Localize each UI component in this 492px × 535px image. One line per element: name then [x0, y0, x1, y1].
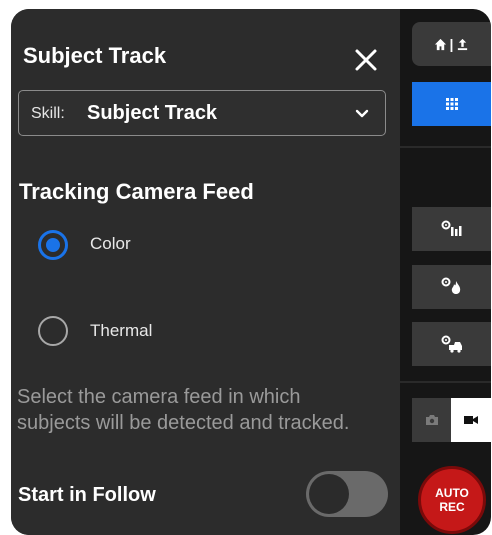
- gear-vehicle-icon: [441, 335, 462, 353]
- subject-track-panel: Subject Track Skill: Subject Track Track…: [11, 9, 400, 535]
- gear-track-icon: [441, 220, 461, 236]
- home-upload-button[interactable]: |: [412, 22, 491, 66]
- auto-rec-button[interactable]: AUTO REC: [418, 466, 486, 534]
- skill-value: Subject Track: [87, 102, 218, 124]
- upload-icon: [458, 38, 468, 50]
- skill-prefix-label: Skill:: [31, 105, 65, 122]
- grid-icon: [445, 98, 458, 110]
- toggle-knob: [309, 474, 349, 514]
- chevron-down-icon: [355, 109, 369, 118]
- fire-settings-button[interactable]: [412, 265, 491, 309]
- tracking-feed-helper-text: Select the camera feed in which subjects…: [17, 386, 350, 434]
- skill-select[interactable]: Skill: Subject Track: [18, 90, 386, 136]
- tracking-feed-title: Tracking Camera Feed: [19, 179, 254, 204]
- camera-icon: [425, 415, 438, 425]
- radio-color[interactable]: [38, 230, 68, 260]
- app-frame: Subject Track Skill: Subject Track Track…: [11, 9, 491, 535]
- close-button[interactable]: [349, 43, 383, 77]
- start-in-follow-toggle[interactable]: [306, 471, 388, 517]
- video-mode-button[interactable]: [451, 398, 491, 442]
- rail-divider: [400, 381, 491, 383]
- home-icon: [434, 38, 446, 50]
- auto-rec-line1: AUTO: [435, 486, 469, 500]
- track-settings-button[interactable]: [412, 207, 491, 251]
- photo-mode-button[interactable]: [412, 398, 451, 442]
- vehicle-settings-button[interactable]: [412, 322, 491, 366]
- auto-rec-line2: REC: [439, 500, 465, 514]
- grid-menu-button[interactable]: [412, 82, 491, 126]
- gear-fire-icon: [441, 277, 460, 294]
- panel-title: Subject Track: [23, 43, 167, 68]
- start-in-follow-label: Start in Follow: [18, 484, 156, 506]
- home-upload-separator: |: [449, 36, 454, 52]
- rail-divider: [400, 146, 491, 148]
- radio-thermal[interactable]: [38, 316, 68, 346]
- radio-thermal-label[interactable]: Thermal: [90, 321, 152, 341]
- radio-color-label[interactable]: Color: [90, 234, 131, 254]
- video-icon: [464, 416, 478, 424]
- close-icon: [355, 49, 377, 71]
